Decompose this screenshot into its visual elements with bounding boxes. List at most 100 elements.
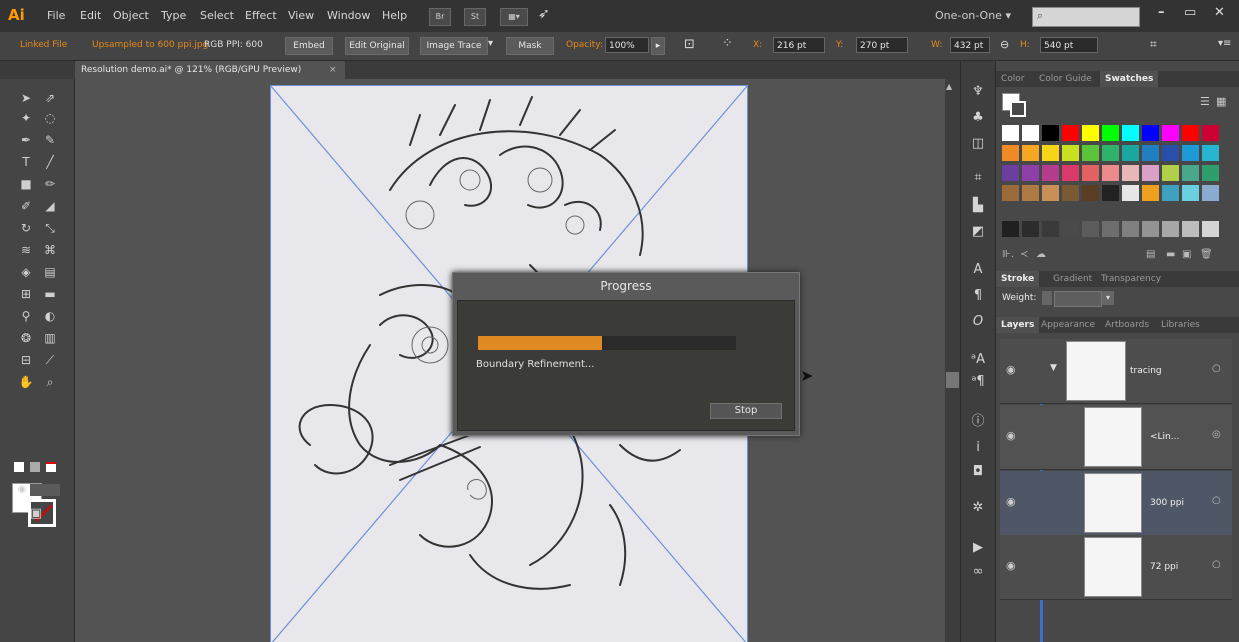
eyedropper-tool-icon[interactable]: ⚲ bbox=[18, 309, 34, 323]
reference-point-icon[interactable]: ⁘ bbox=[722, 36, 733, 51]
gray-swatch[interactable] bbox=[1042, 221, 1059, 237]
pen-tool-icon[interactable]: ✒ bbox=[18, 133, 34, 147]
gray-swatch[interactable] bbox=[1062, 221, 1079, 237]
y-field[interactable]: 270 pt bbox=[856, 37, 908, 53]
brushes-panel-icon[interactable]: ♆ bbox=[968, 83, 988, 101]
expand-triangle-icon[interactable]: ▼ bbox=[1050, 363, 1057, 373]
layer-row-72ppi[interactable]: ◉ 72 ppi ○ bbox=[1000, 535, 1232, 600]
recolor-icon[interactable]: ⊡ bbox=[684, 37, 695, 52]
arrange-documents-icon[interactable]: ▦▾ bbox=[500, 8, 528, 26]
menu-window[interactable]: Window bbox=[327, 9, 370, 22]
layer-name[interactable]: 300 ppi bbox=[1150, 498, 1184, 508]
info-panel-icon[interactable]: ⓘ bbox=[968, 413, 988, 431]
layer-target-icon[interactable]: ○ bbox=[1212, 559, 1221, 570]
menu-effect[interactable]: Effect bbox=[245, 9, 277, 22]
color-swatch[interactable] bbox=[1182, 165, 1199, 181]
color-swatch[interactable] bbox=[1162, 145, 1179, 161]
color-swatch[interactable] bbox=[1122, 145, 1139, 161]
attributes-panel-icon[interactable]: ◘ bbox=[968, 463, 988, 481]
transform-icon[interactable]: ⌗ bbox=[1150, 37, 1157, 52]
tab-artboards[interactable]: Artboards bbox=[1100, 317, 1154, 333]
linked-file-link[interactable]: Linked File bbox=[20, 40, 67, 50]
canvas-vertical-scrollbar[interactable] bbox=[945, 79, 960, 642]
navigator-panel-icon[interactable]: ✲ bbox=[968, 499, 988, 517]
h-field[interactable]: 540 pt bbox=[1040, 37, 1098, 53]
curvature-tool-icon[interactable]: ✎ bbox=[42, 133, 58, 147]
thumbnail-view-icon[interactable]: ▦ bbox=[1216, 95, 1226, 108]
layer-row-linked[interactable]: ◉ <Lin... ◎ bbox=[1000, 405, 1232, 470]
links-panel-icon[interactable]: ∞ bbox=[968, 563, 988, 581]
layer-target-icon[interactable]: ◎ bbox=[1212, 429, 1221, 440]
color-swatch[interactable] bbox=[1062, 185, 1079, 201]
color-swatch[interactable] bbox=[1042, 145, 1059, 161]
cc-libraries-icon[interactable]: ≺ bbox=[1020, 249, 1028, 260]
none-mode-icon[interactable] bbox=[46, 462, 56, 472]
scroll-up-icon[interactable]: ▲ bbox=[946, 82, 952, 91]
graphic-styles-panel-icon[interactable]: ◫ bbox=[968, 135, 988, 153]
document-info-panel-icon[interactable]: ⅰ bbox=[968, 439, 988, 457]
stock-button[interactable]: St bbox=[464, 8, 486, 26]
gray-swatch[interactable] bbox=[1022, 221, 1039, 237]
color-swatch[interactable] bbox=[1002, 145, 1019, 161]
color-swatch[interactable] bbox=[1062, 125, 1079, 141]
draw-normal-icon[interactable]: ◉ bbox=[14, 483, 30, 497]
paintbrush-tool-icon[interactable]: ✐ bbox=[18, 199, 34, 213]
visibility-eye-icon[interactable]: ◉ bbox=[1006, 429, 1016, 442]
color-swatch[interactable] bbox=[1022, 145, 1039, 161]
opacity-arrow-icon[interactable]: ▸ bbox=[651, 37, 665, 55]
zoom-tool-icon[interactable]: ⌕ bbox=[42, 375, 58, 389]
color-swatch[interactable] bbox=[1162, 185, 1179, 201]
stroke-weight-field[interactable] bbox=[1054, 291, 1102, 307]
tab-transparency[interactable]: Transparency bbox=[1096, 271, 1166, 287]
color-swatch[interactable] bbox=[1042, 185, 1059, 201]
color-swatch[interactable] bbox=[1202, 145, 1219, 161]
bridge-button[interactable]: Br bbox=[429, 8, 451, 26]
menu-type[interactable]: Type bbox=[161, 9, 186, 22]
gray-swatch[interactable] bbox=[1082, 221, 1099, 237]
color-swatch[interactable] bbox=[1122, 165, 1139, 181]
gray-swatch[interactable] bbox=[1182, 221, 1199, 237]
symbol-sprayer-tool-icon[interactable]: ❂ bbox=[18, 331, 34, 345]
color-swatch[interactable] bbox=[1142, 145, 1159, 161]
rotate-tool-icon[interactable]: ↻ bbox=[18, 221, 34, 235]
color-swatch[interactable] bbox=[1022, 185, 1039, 201]
tab-appearance[interactable]: Appearance bbox=[1036, 317, 1100, 333]
line-tool-icon[interactable]: ╱ bbox=[42, 155, 58, 169]
pencil-tool-icon[interactable]: ✏ bbox=[42, 177, 58, 191]
stop-button[interactable]: Stop bbox=[710, 403, 782, 419]
layer-name[interactable]: 72 ppi bbox=[1150, 562, 1178, 572]
color-swatch[interactable] bbox=[1142, 165, 1159, 181]
perspective-grid-tool-icon[interactable]: ▤ bbox=[42, 265, 58, 279]
control-panel-menu-icon[interactable]: ▾≡ bbox=[1218, 38, 1231, 49]
gray-swatch[interactable] bbox=[1122, 221, 1139, 237]
color-swatch[interactable] bbox=[1142, 125, 1159, 141]
color-swatch[interactable] bbox=[1202, 185, 1219, 201]
stroke-weight-dropdown-icon[interactable]: ▾ bbox=[1102, 291, 1114, 305]
swatch-libraries-icon[interactable]: ⊪. bbox=[1002, 249, 1014, 260]
color-swatch[interactable] bbox=[1142, 185, 1159, 201]
color-swatch[interactable] bbox=[1162, 125, 1179, 141]
delete-swatch-icon[interactable]: 🗑 bbox=[1200, 249, 1213, 260]
tab-layers[interactable]: Layers bbox=[996, 317, 1040, 333]
swatch-options-icon[interactable]: ▤ bbox=[1146, 249, 1155, 260]
tab-gradient[interactable]: Gradient bbox=[1048, 271, 1097, 287]
shape-builder-tool-icon[interactable]: ◈ bbox=[18, 265, 34, 279]
color-swatch[interactable] bbox=[1182, 145, 1199, 161]
color-swatch[interactable] bbox=[1102, 165, 1119, 181]
color-swatch[interactable] bbox=[1062, 145, 1079, 161]
add-to-library-icon[interactable]: ☁ bbox=[1036, 249, 1046, 260]
transform-panel-icon[interactable]: ⌗ bbox=[968, 169, 988, 187]
mesh-tool-icon[interactable]: ⊞ bbox=[18, 287, 34, 301]
screen-mode-icon[interactable]: ▣ bbox=[28, 507, 44, 521]
gradient-mode-icon[interactable] bbox=[30, 462, 40, 472]
paragraph-panel-icon[interactable]: ¶ bbox=[968, 287, 988, 305]
free-transform-tool-icon[interactable]: ⌘ bbox=[42, 243, 58, 257]
color-swatch[interactable] bbox=[1102, 145, 1119, 161]
embed-button[interactable]: Embed bbox=[285, 37, 333, 55]
color-mode-icon[interactable] bbox=[14, 462, 24, 472]
color-swatch[interactable] bbox=[1062, 165, 1079, 181]
color-swatch[interactable] bbox=[1182, 125, 1199, 141]
stroke-weight-stepper[interactable] bbox=[1042, 291, 1052, 305]
menu-view[interactable]: View bbox=[288, 9, 314, 22]
gray-swatch[interactable] bbox=[1102, 221, 1119, 237]
